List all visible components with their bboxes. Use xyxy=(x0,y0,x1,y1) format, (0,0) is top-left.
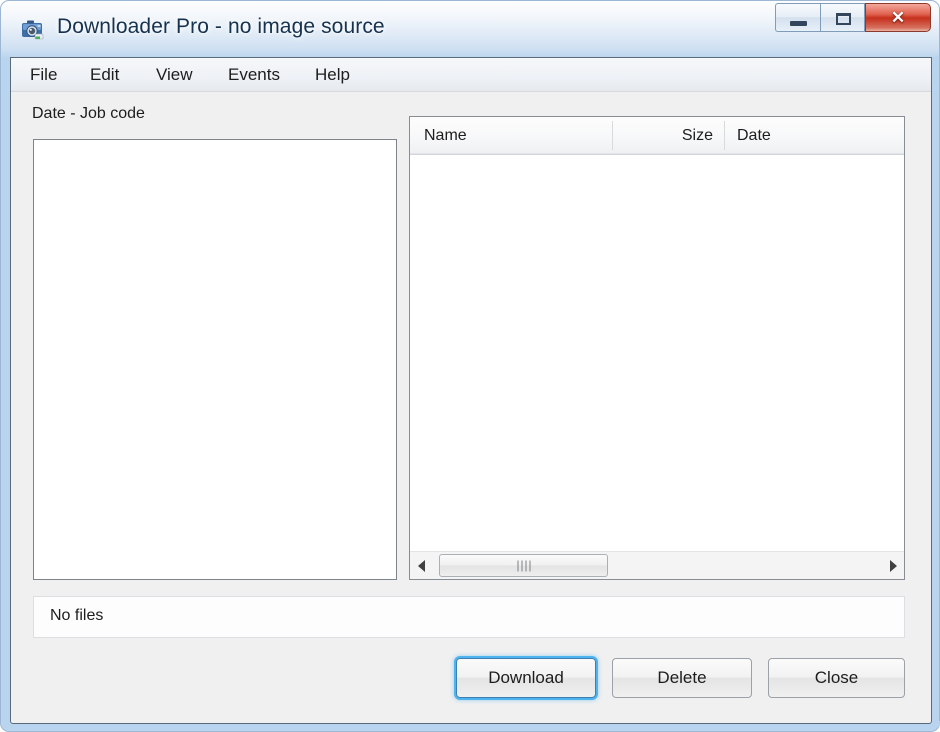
status-text: No files xyxy=(50,607,104,624)
application-window: Downloader Pro - no image source ✕ File … xyxy=(0,0,940,732)
column-header-date-label: Date xyxy=(737,127,771,144)
menu-item-edit[interactable]: Edit xyxy=(83,63,126,87)
scrollbar-grip-icon xyxy=(517,560,530,571)
job-code-label: Date - Job code xyxy=(32,105,145,122)
camera-icon xyxy=(22,20,44,40)
scroll-right-button[interactable] xyxy=(882,552,904,579)
file-list-body[interactable] xyxy=(410,155,904,541)
minimize-icon xyxy=(790,21,807,26)
menu-item-file[interactable]: File xyxy=(23,63,64,87)
client-area: File Edit View Events Help Date - Job co… xyxy=(10,57,932,724)
column-header-name-label: Name xyxy=(424,127,467,144)
close-window-button[interactable]: ✕ xyxy=(865,3,931,32)
restore-button[interactable] xyxy=(820,3,865,32)
restore-icon xyxy=(836,13,851,25)
arrow-left-icon xyxy=(417,559,425,572)
horizontal-scrollbar[interactable] xyxy=(410,551,904,579)
arrow-right-icon xyxy=(889,559,897,572)
window-controls: ✕ xyxy=(775,3,931,35)
title-bar[interactable]: Downloader Pro - no image source ✕ xyxy=(1,1,940,57)
file-list-header: Name Size Date xyxy=(410,117,904,155)
menu-item-view[interactable]: View xyxy=(149,63,200,87)
download-button[interactable]: Download xyxy=(456,658,596,698)
menu-bar: File Edit View Events Help xyxy=(11,58,931,92)
scroll-left-button[interactable] xyxy=(410,552,432,579)
delete-button[interactable]: Delete xyxy=(612,658,752,698)
column-header-date[interactable]: Date xyxy=(725,117,904,154)
scrollbar-thumb[interactable] xyxy=(439,554,608,577)
file-list-panel: Name Size Date xyxy=(409,116,905,580)
menu-item-events[interactable]: Events xyxy=(221,63,287,87)
column-header-name[interactable]: Name xyxy=(410,117,613,154)
column-header-size-label: Size xyxy=(681,127,713,144)
window-frame-left-edge xyxy=(2,57,10,723)
minimize-button[interactable] xyxy=(775,3,820,32)
menu-item-help[interactable]: Help xyxy=(308,63,357,87)
window-title: Downloader Pro - no image source xyxy=(57,15,385,38)
close-icon: ✕ xyxy=(890,7,906,27)
job-code-listbox[interactable] xyxy=(33,139,397,580)
close-button[interactable]: Close xyxy=(768,658,905,698)
status-bar: No files xyxy=(33,596,905,638)
column-header-size[interactable]: Size xyxy=(613,117,725,154)
